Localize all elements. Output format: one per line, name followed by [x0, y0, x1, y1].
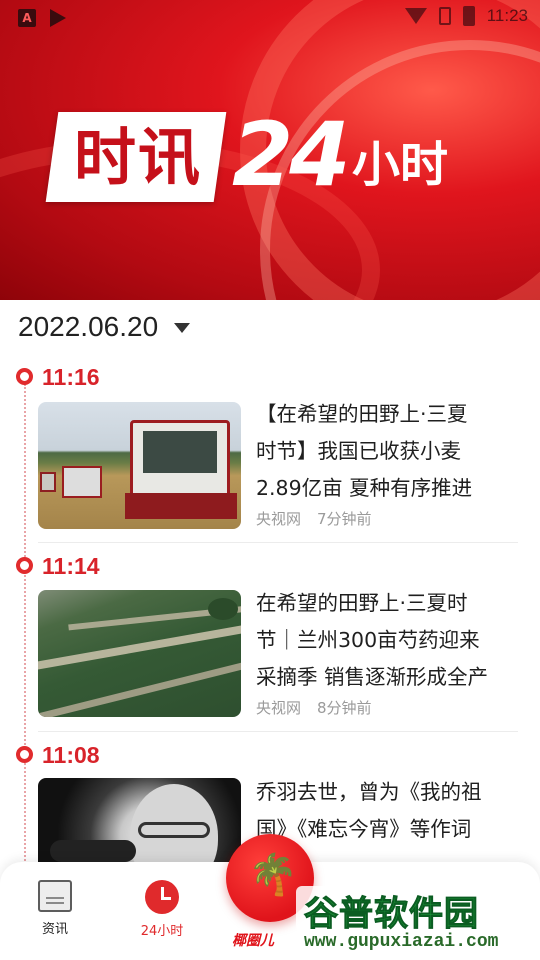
divider: [38, 542, 518, 543]
nav-center-label: 椰圈儿: [232, 933, 274, 949]
date-text: 2022.06.20: [18, 311, 159, 342]
timeline-line: [24, 384, 26, 864]
microphone-shape: [50, 840, 136, 862]
timeline-dot-icon: [16, 557, 33, 574]
entry-thumbnail[interactable]: [38, 402, 241, 529]
watermark-title: 谷普软件园: [304, 894, 479, 935]
entry-time: 11:16: [42, 364, 100, 390]
entry-age: 8分钟前: [317, 699, 372, 717]
entry-source: 央视网: [256, 510, 302, 528]
title-line: 在希望的田野上·三夏时: [256, 591, 468, 615]
date-selector[interactable]: 2022.06.20: [18, 307, 191, 347]
logo-word: 小时: [352, 137, 449, 193]
entry-meta: 央视网 8分钟前: [256, 697, 372, 718]
divider: [38, 731, 518, 732]
entry-time: 11:14: [42, 553, 100, 579]
entry-title[interactable]: 乔羽去世，曾为《我的祖 国》《难忘今宵》等作词: [256, 774, 520, 848]
entry-age: 7分钟前: [317, 510, 372, 528]
title-line: 采摘季 销售逐渐形成全产: [256, 665, 489, 689]
sim-icon: [438, 7, 451, 25]
title-line: 节｜兰州300亩芍药迎来: [256, 628, 480, 652]
battery-icon: [462, 6, 475, 26]
entry-title[interactable]: 在希望的田野上·三夏时 节｜兰州300亩芍药迎来 采摘季 销售逐渐形成全产: [256, 585, 520, 696]
header-banner: A 11:23 时讯 24 小时: [0, 0, 540, 300]
watermark-url: www.gupuxiazai.com: [298, 932, 505, 952]
clock-icon: [145, 880, 179, 914]
news-icon: [38, 880, 72, 912]
nav-label: 24小时: [140, 924, 184, 939]
entry-time: 11:08: [42, 742, 100, 768]
logo-number: 24: [232, 103, 350, 206]
entry-meta: 央视网 7分钟前: [256, 508, 372, 529]
nav-label: 资讯: [41, 922, 68, 937]
watermark: 谷普软件园 www.gupuxiazai.com: [296, 876, 540, 960]
nav-item-24h[interactable]: 24小时: [122, 880, 202, 939]
play-store-icon: [50, 9, 66, 27]
harvester-shape: [125, 420, 237, 519]
app-screen: A 11:23 时讯 24 小时 2022.06.20 11:16 【在希望的田…: [0, 0, 540, 960]
caret-down-icon: [174, 323, 191, 333]
status-bar: A 11:23: [0, 0, 540, 36]
title-line: 时节】我国已收获小麦: [256, 439, 461, 463]
title-line: 【在希望的田野上·三夏: [256, 402, 468, 426]
harvester-shape: [40, 472, 56, 492]
entry-thumbnail[interactable]: [38, 590, 241, 717]
wifi-icon: [404, 8, 427, 24]
palm-tree-icon: 🌴: [248, 852, 298, 898]
app-notification-icon: A: [18, 9, 36, 27]
nav-item-news[interactable]: 资讯: [15, 880, 95, 937]
title-line: 乔羽去世，曾为《我的祖: [256, 780, 482, 804]
glasses-shape: [138, 822, 210, 838]
timeline-dot-icon: [16, 746, 33, 763]
status-time: 11:23: [486, 6, 528, 25]
entry-source: 央视网: [256, 699, 302, 717]
entry-title[interactable]: 【在希望的田野上·三夏 时节】我国已收获小麦 2.89亿亩 夏种有序推进: [256, 396, 520, 507]
tree-shape: [208, 598, 238, 620]
timeline-dot-icon: [16, 368, 33, 385]
harvester-shape: [62, 466, 102, 498]
logo-box-text: 时讯: [73, 121, 202, 194]
title-line: 2.89亿亩 夏种有序推进: [256, 476, 473, 500]
